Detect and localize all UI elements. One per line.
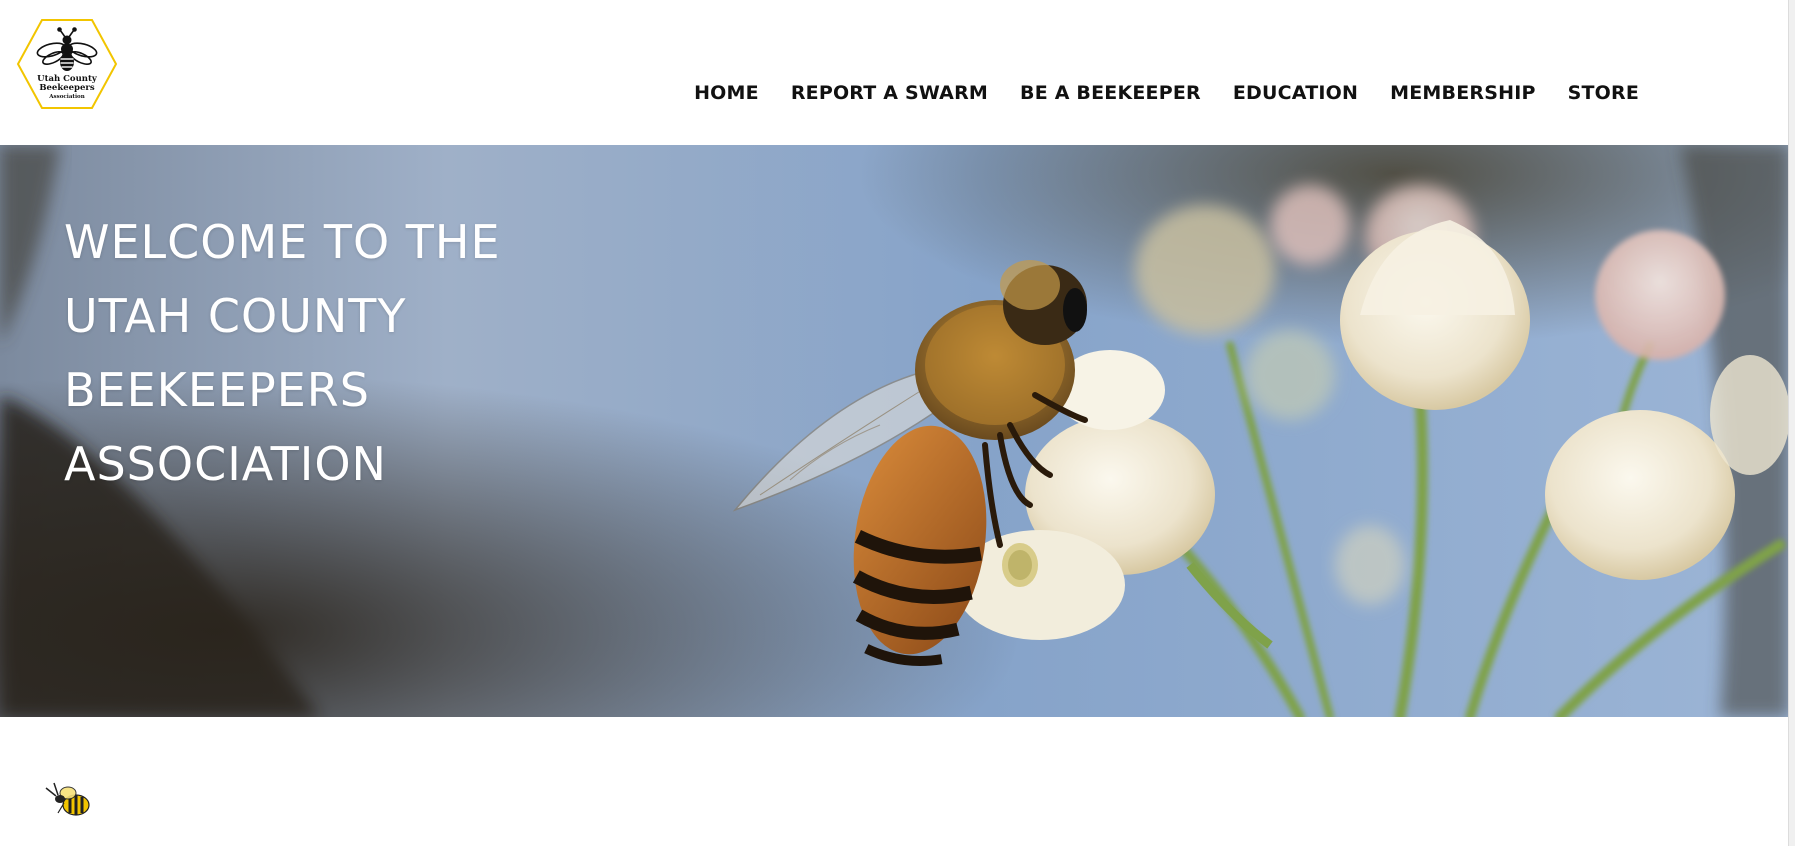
hero-title-line-1: WELCOME TO THE — [64, 215, 501, 269]
bee-icon — [45, 782, 90, 816]
main-nav: HOME REPORT A SWARM BE A BEEKEEPER EDUCA… — [694, 82, 1639, 104]
nav-education[interactable]: EDUCATION — [1233, 82, 1358, 104]
page: Utah County Beekeepers Association HOME … — [0, 0, 1795, 846]
nav-be-a-beekeeper[interactable]: BE A BEEKEEPER — [1020, 82, 1201, 104]
nav-membership[interactable]: MEMBERSHIP — [1390, 82, 1535, 104]
hero-title-line-2: UTAH COUNTY — [64, 289, 407, 343]
hero-title-line-4: ASSOCIATION — [64, 437, 387, 491]
page-scrollbar[interactable] — [1788, 0, 1795, 846]
nav-report-a-swarm[interactable]: REPORT A SWARM — [791, 82, 988, 104]
hero-banner: WELCOME TO THE UTAH COUNTY BEEKEEPERS AS… — [0, 145, 1789, 717]
nav-store[interactable]: STORE — [1568, 82, 1639, 104]
content-section — [0, 717, 1789, 846]
hero-title: WELCOME TO THE UTAH COUNTY BEEKEEPERS AS… — [64, 205, 624, 501]
bee-hexagon-logo-icon: Utah County Beekeepers Association — [16, 19, 118, 109]
nav-home[interactable]: HOME — [694, 82, 759, 104]
logo-text-line2: Beekeepers — [39, 83, 95, 93]
logo-text-line3: Association — [48, 94, 84, 100]
site-logo[interactable]: Utah County Beekeepers Association — [16, 18, 118, 110]
hero-title-line-3: BEEKEEPERS — [64, 363, 370, 417]
site-header: Utah County Beekeepers Association HOME … — [0, 0, 1789, 145]
